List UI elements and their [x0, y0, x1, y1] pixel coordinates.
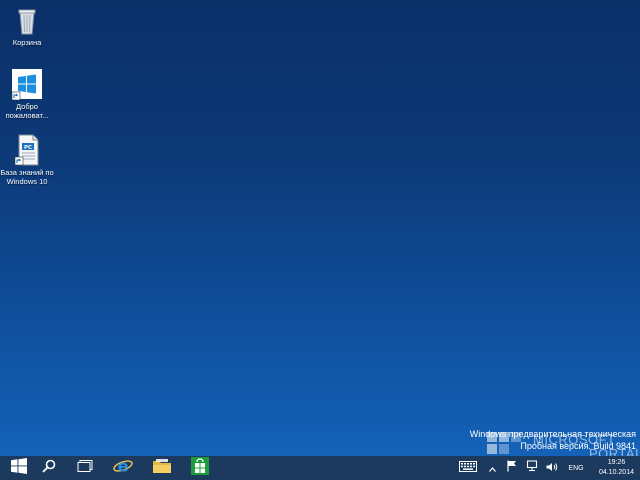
store-button[interactable]	[181, 456, 219, 480]
knowledge-base-shortcut[interactable]: PC База знаний по Windows 10	[0, 134, 54, 186]
search-button[interactable]	[30, 456, 68, 480]
store-icon	[191, 456, 209, 480]
start-windows-icon	[11, 457, 27, 479]
watermark-line2: Пробная версия. Build 9841	[520, 441, 636, 451]
windows-welcome-icon	[11, 68, 43, 101]
clock-time: 19:26	[607, 459, 626, 466]
network-button[interactable]	[525, 456, 539, 480]
search-icon	[42, 459, 56, 478]
svg-text:PC: PC	[24, 145, 32, 151]
volume-button[interactable]	[545, 456, 559, 480]
task-view-icon	[77, 459, 93, 477]
recycle-bin-label: Корзина	[12, 38, 42, 47]
language-indicator[interactable]: ENG	[565, 456, 587, 480]
knowledge-base-label: База знаний по Windows 10	[0, 168, 54, 186]
show-hidden-icons-icon	[488, 459, 496, 477]
svg-text:e: e	[118, 457, 129, 475]
clock[interactable]: 19:26 04.10.2014	[599, 458, 634, 478]
volume-icon	[546, 459, 558, 477]
build-watermark: Windows предварительная техническая Проб…	[470, 428, 636, 452]
knowledge-base-document-icon: PC	[11, 134, 43, 166]
welcome-label: Добро пожаловат...	[5, 102, 49, 120]
clock-date: 04.10.2014	[598, 469, 634, 476]
action-center-flag-icon	[507, 459, 517, 477]
recycle-bin-shortcut[interactable]: Корзина	[0, 4, 54, 47]
action-center-button[interactable]	[505, 456, 519, 480]
task-view-button[interactable]	[66, 456, 104, 480]
file-explorer-button[interactable]	[143, 456, 181, 480]
internet-explorer-button[interactable]: e	[104, 456, 142, 480]
touch-keyboard-icon	[459, 459, 477, 477]
desktop[interactable]: Корзина Добро пожаловат... PC База знани…	[0, 0, 640, 456]
touch-keyboard-button[interactable]	[455, 456, 481, 480]
welcome-shortcut[interactable]: Добро пожаловат...	[0, 68, 54, 120]
watermark-line1: Windows предварительная техническая	[469, 429, 636, 439]
show-hidden-icons-button[interactable]	[486, 456, 498, 480]
taskbar: e ENG 19:26 04.10.2014	[0, 456, 640, 480]
internet-explorer-icon: e	[113, 456, 133, 480]
recycle-bin-icon	[11, 4, 43, 36]
network-icon	[526, 459, 538, 477]
language-label: ENG	[568, 464, 584, 472]
file-explorer-icon	[152, 458, 172, 479]
